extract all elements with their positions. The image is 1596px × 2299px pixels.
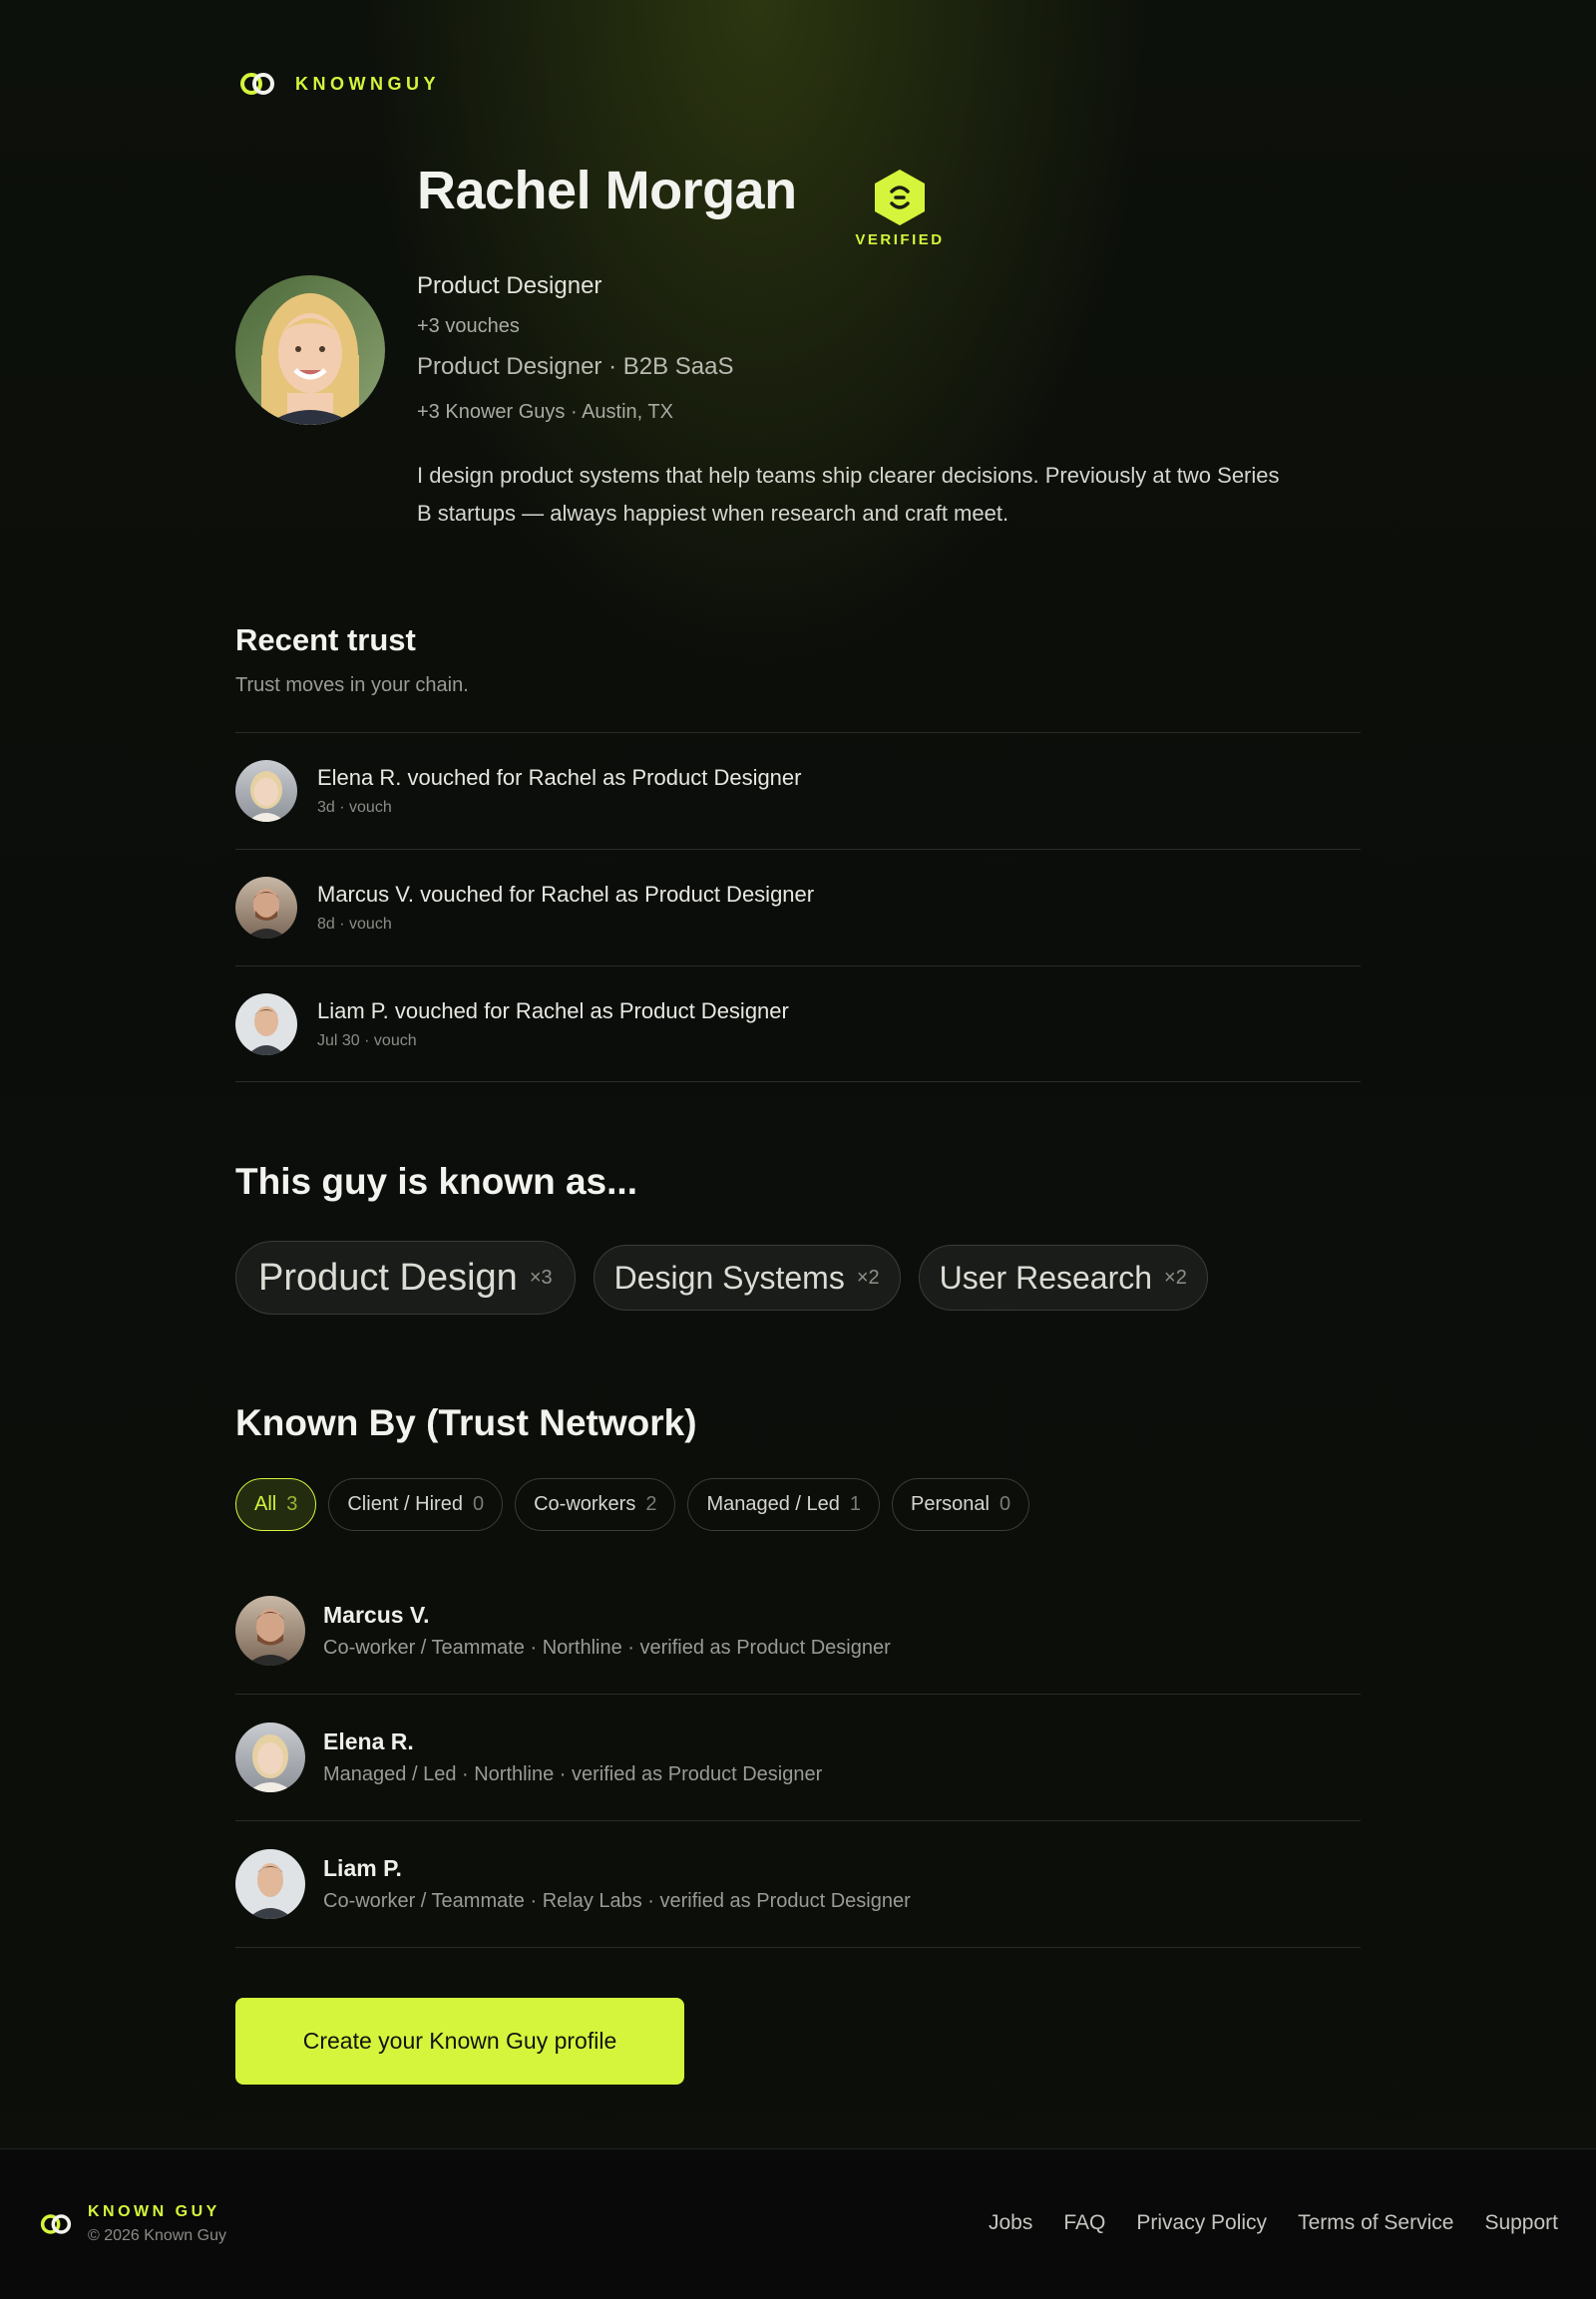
trust-item-text: Elena R. vouched for Rachel as Product D… xyxy=(317,765,802,790)
avatar xyxy=(235,760,297,822)
tag-count: ×3 xyxy=(529,1266,553,1289)
profile-avatar xyxy=(235,275,385,425)
list-item: Liam P. vouched for Rachel as Product De… xyxy=(235,965,1361,1082)
known-by-title: Known By (Trust Network) xyxy=(235,1402,697,1443)
profile-role: Product Designer xyxy=(417,272,602,299)
avatar xyxy=(235,877,297,939)
known-as-title: This guy is known as... xyxy=(235,1161,637,1202)
footer-brand-name: KNOWN GUY xyxy=(88,2203,220,2220)
filter-client-hired[interactable]: Client / Hired 0 xyxy=(328,1478,504,1531)
footer-links: Jobs FAQ Privacy Policy Terms of Service… xyxy=(989,2211,1558,2235)
list-item: Elena R. vouched for Rachel as Product D… xyxy=(235,732,1361,849)
list-item[interactable]: Liam P. Co-worker / Teammate · Relay Lab… xyxy=(235,1821,1361,1948)
tag-design-systems[interactable]: Design Systems ×2 xyxy=(593,1245,901,1311)
profile-vouches: +3 vouches xyxy=(417,315,520,337)
recent-trust-title: Recent trust xyxy=(235,622,416,657)
link-logo-icon xyxy=(40,2214,72,2234)
filter-count: 0 xyxy=(998,1493,1011,1515)
person-meta: Co-worker / Teammate · Relay Labs · veri… xyxy=(323,1890,911,1912)
profile-name: Rachel Morgan xyxy=(417,161,797,220)
list-item[interactable]: Marcus V. Co-worker / Teammate · Northli… xyxy=(235,1568,1361,1695)
avatar xyxy=(235,992,297,1055)
avatar xyxy=(235,1723,305,1792)
filter-all[interactable]: All 3 xyxy=(235,1478,317,1531)
footer-link-jobs[interactable]: Jobs xyxy=(989,2211,1032,2235)
profile-meta: +3 Knower Guys · Austin, TX xyxy=(417,401,673,423)
filter-count: 0 xyxy=(472,1493,485,1515)
footer-link-faq[interactable]: FAQ xyxy=(1063,2211,1105,2235)
filter-label: Client / Hired xyxy=(347,1493,463,1515)
footer-brand[interactable]: KNOWN GUY © 2026 Known Guy xyxy=(40,2203,226,2245)
trust-item-text: Liam P. vouched for Rachel as Product De… xyxy=(317,997,789,1023)
link-logo-icon xyxy=(240,73,274,95)
tag-count: ×2 xyxy=(1164,1266,1187,1289)
filter-label: Co-workers xyxy=(534,1493,636,1515)
footer-link-support[interactable]: Support xyxy=(1484,2211,1558,2235)
trust-item-meta: Jul 30 · vouch xyxy=(317,1031,417,1049)
profile-subtitle: Product Designer · B2B SaaS xyxy=(417,353,734,380)
footer-link-terms[interactable]: Terms of Service xyxy=(1298,2211,1453,2235)
avatar xyxy=(235,1596,305,1666)
profile-bio: I design product systems that help teams… xyxy=(417,463,1280,526)
avatar xyxy=(235,1849,305,1919)
tag-user-research[interactable]: User Research ×2 xyxy=(918,1245,1208,1311)
brand-logo[interactable]: KNOWNGUY xyxy=(239,70,440,98)
tag-product-design[interactable]: Product Design ×3 xyxy=(235,1241,576,1315)
tag-label: User Research xyxy=(939,1259,1153,1296)
tag-label: Product Design xyxy=(258,1256,518,1299)
create-profile-button[interactable]: Create your Known Guy profile xyxy=(235,1998,684,2085)
list-item: Marcus V. vouched for Rachel as Product … xyxy=(235,849,1361,965)
known-by-list: Marcus V. Co-worker / Teammate · Northli… xyxy=(235,1568,1361,1948)
filter-label: All xyxy=(254,1493,277,1515)
person-name: Marcus V. xyxy=(323,1602,430,1628)
verified-badge: VERIFIED xyxy=(854,168,946,248)
trust-item-meta: 8d · vouch xyxy=(317,916,392,933)
footer-link-privacy[interactable]: Privacy Policy xyxy=(1136,2211,1267,2235)
filter-count: 3 xyxy=(286,1493,298,1515)
verified-label: VERIFIED xyxy=(855,231,945,248)
filter-managed-led[interactable]: Managed / Led 1 xyxy=(687,1478,881,1531)
filter-label: Managed / Led xyxy=(706,1493,840,1515)
recent-trust-list: Elena R. vouched for Rachel as Product D… xyxy=(235,732,1361,1082)
known-as-tags: Product Design ×3 Design Systems ×2 User… xyxy=(235,1241,1208,1315)
filter-personal[interactable]: Personal 0 xyxy=(892,1478,1030,1531)
filter-count: 2 xyxy=(645,1493,657,1515)
trust-item-text: Marcus V. vouched for Rachel as Product … xyxy=(317,882,815,907)
hexagon-badge-icon xyxy=(875,170,925,225)
person-name: Elena R. xyxy=(323,1728,414,1754)
person-name: Liam P. xyxy=(323,1855,402,1881)
recent-trust-subtitle: Trust moves in your chain. xyxy=(235,674,469,696)
known-by-filters: All 3 Client / Hired 0 Co-workers 2 Mana… xyxy=(235,1478,1030,1531)
person-meta: Managed / Led · Northline · verified as … xyxy=(323,1763,823,1785)
filter-label: Personal xyxy=(911,1493,990,1515)
footer-copyright: © 2026 Known Guy xyxy=(88,2227,226,2244)
trust-item-meta: 3d · vouch xyxy=(317,799,392,816)
brand-name: KNOWNGUY xyxy=(295,73,440,94)
filter-co-workers[interactable]: Co-workers 2 xyxy=(515,1478,676,1531)
filter-count: 1 xyxy=(849,1493,862,1515)
list-item[interactable]: Elena R. Managed / Led · Northline · ver… xyxy=(235,1695,1361,1821)
tag-count: ×2 xyxy=(856,1266,880,1289)
footer: KNOWN GUY © 2026 Known Guy Jobs FAQ Priv… xyxy=(0,2148,1596,2299)
person-meta: Co-worker / Teammate · Northline · verif… xyxy=(323,1637,891,1659)
tag-label: Design Systems xyxy=(613,1259,845,1296)
